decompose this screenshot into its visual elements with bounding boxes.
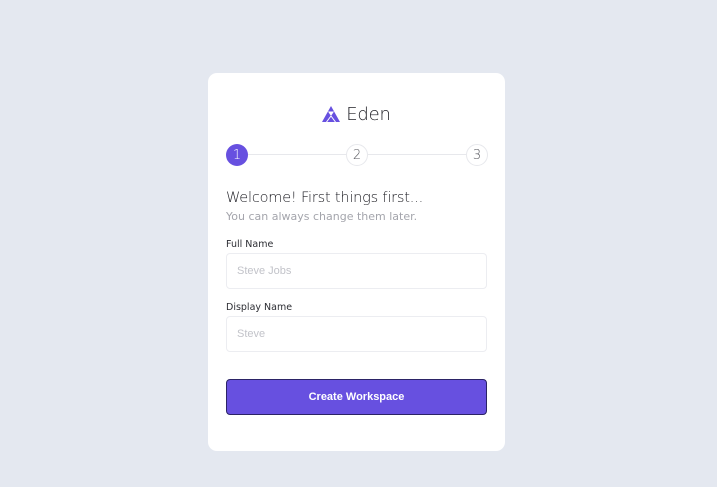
form-subheading: You can always change them later.	[226, 210, 418, 223]
form-heading: Welcome! First things first...	[226, 190, 423, 206]
full-name-input[interactable]	[226, 253, 487, 289]
step-connector	[368, 154, 466, 155]
brand-name: Eden	[346, 103, 391, 125]
display-name-label: Display Name	[226, 302, 293, 313]
step-2[interactable]: 2	[346, 144, 368, 166]
step-connector	[248, 154, 346, 155]
brand: Eden	[208, 102, 505, 126]
stepper: 1 2 3	[226, 144, 490, 166]
display-name-input[interactable]	[226, 316, 487, 352]
full-name-label: Full Name	[226, 239, 274, 250]
onboarding-card: Eden 1 2 3 Welcome! First things first..…	[208, 73, 505, 451]
step-1[interactable]: 1	[226, 144, 248, 166]
step-3[interactable]: 3	[466, 144, 488, 166]
create-workspace-button[interactable]: Create Workspace	[226, 379, 487, 415]
triangle-logo-icon	[322, 106, 341, 122]
